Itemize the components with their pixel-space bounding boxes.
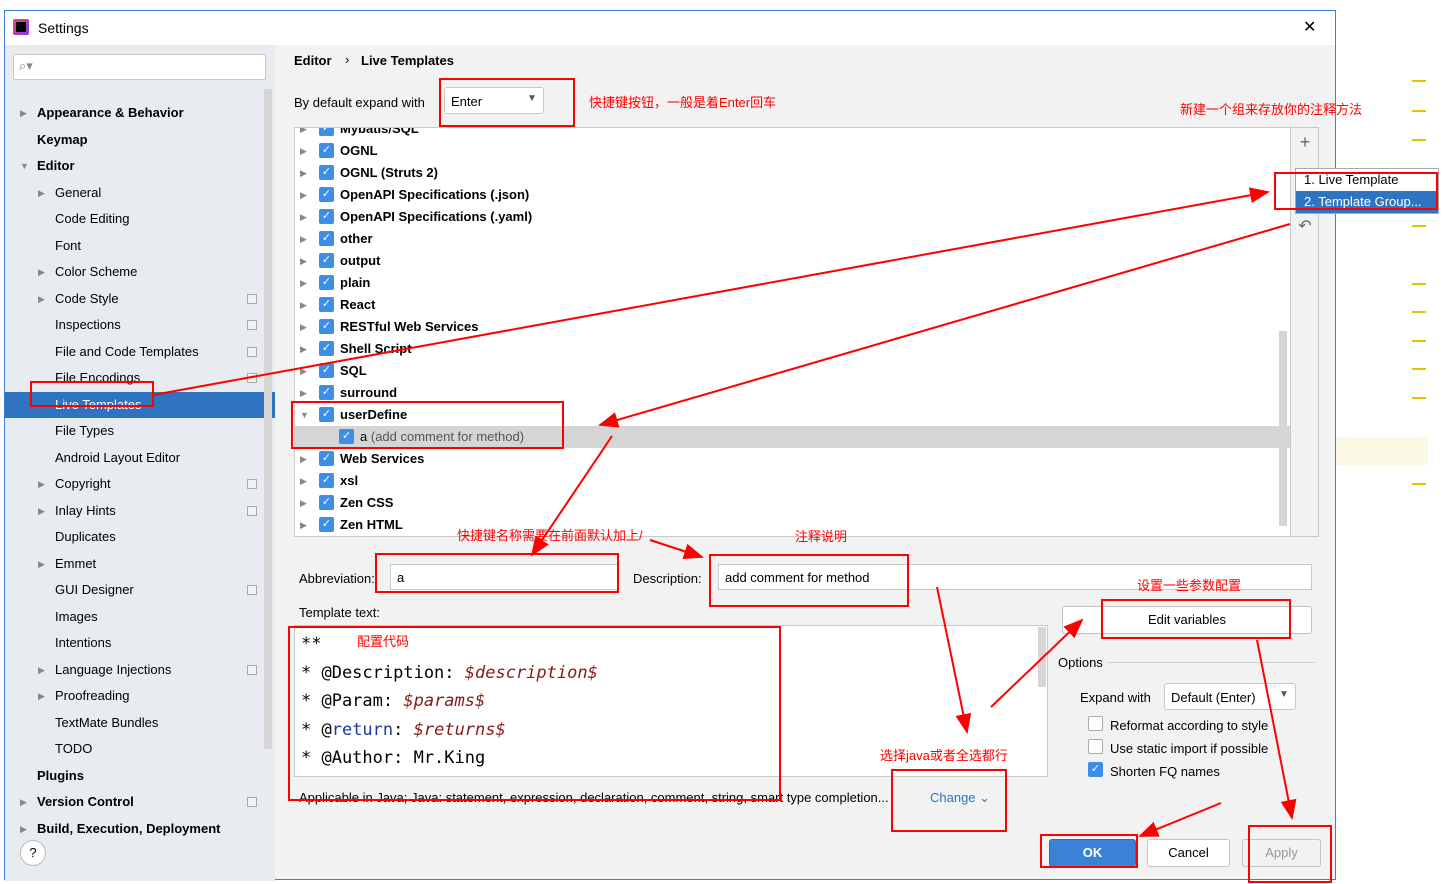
annotation-overlay (30, 78, 1438, 883)
annotation-box (1101, 599, 1291, 639)
annotation-code: 配置代码 (357, 634, 410, 649)
annotation-arrow (649, 539, 704, 560)
annotation-box (709, 554, 909, 607)
annotation-box (1274, 172, 1438, 210)
annotation-arrow (598, 223, 1291, 428)
annotation-abbr: 快捷键名称需要在前面默认加上/ (457, 528, 643, 543)
annotation-params: 设置一些参数配置 (1137, 578, 1242, 593)
annotation-arrow (990, 618, 1084, 708)
annotation-expand: 快捷键按钮，一般是着Enter回车 (589, 95, 777, 110)
annotation-box (891, 769, 1007, 832)
annotation-box (291, 401, 564, 449)
annotation-arrow (1256, 639, 1297, 820)
annotation-box (30, 381, 154, 407)
annotation-box (1040, 834, 1138, 868)
annotation-box (1248, 825, 1332, 883)
annotation-arrow (936, 586, 972, 734)
annotation-desc: 注释说明 (795, 529, 848, 544)
annotation-box (375, 553, 619, 593)
annotation-box (439, 78, 575, 127)
annotation-arrow (152, 187, 1270, 396)
annotation-context: 选择java或者全选都行 (880, 748, 1008, 763)
annotation-arrow (1138, 802, 1222, 837)
annotation-group: 新建一个组来存放你的注释方法 (1180, 102, 1363, 117)
annotation-box (288, 626, 781, 801)
